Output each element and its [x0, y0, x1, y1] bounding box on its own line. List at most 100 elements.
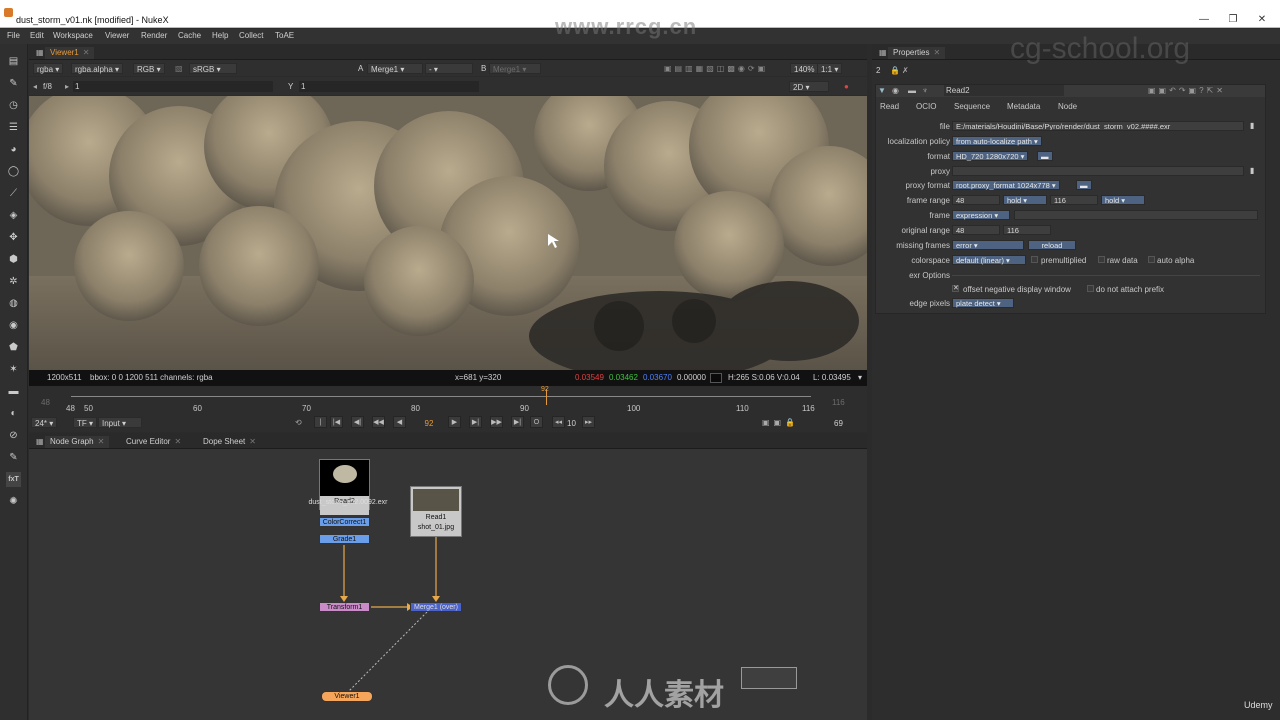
tab-dope-sheet[interactable]: Dope Sheet ✕: [198, 436, 261, 448]
gain-slider[interactable]: 1: [73, 81, 273, 92]
menu-render[interactable]: Render: [141, 31, 167, 40]
original-range-end[interactable]: 116: [1003, 225, 1051, 235]
close-icon[interactable]: ✕: [83, 48, 90, 57]
fps-dropdown[interactable]: 24* ▾: [31, 417, 58, 428]
fstop-value[interactable]: f/8: [43, 81, 52, 92]
channel-icon[interactable]: ☰: [6, 120, 21, 135]
viewer-tool-icons[interactable]: ▣▤▥▦▧◫▩◉⟳▣: [664, 63, 768, 74]
timeline[interactable]: 48 116 92 48 50 60 70 80 90 100 110 116: [29, 386, 867, 416]
rgb-dropdown[interactable]: RGB ▾: [133, 63, 165, 74]
frame-range-end[interactable]: 116: [1050, 195, 1098, 205]
next-frame-button[interactable]: ▶|: [469, 416, 482, 428]
proxy-format-menu-button[interactable]: ▬: [1076, 180, 1092, 190]
frame-expression-input[interactable]: [1014, 210, 1258, 220]
viewer1-node[interactable]: Viewer1: [321, 691, 373, 702]
range-dropdown[interactable]: Input ▾: [98, 417, 142, 428]
menu-cache[interactable]: Cache: [178, 31, 201, 40]
composite-dropdown[interactable]: - ▾: [425, 63, 473, 74]
proxy-input[interactable]: [952, 166, 1244, 176]
tab-ocio[interactable]: OCIO: [916, 102, 936, 111]
frame-range-start[interactable]: 48: [952, 195, 1000, 205]
flipbook-icons[interactable]: ▣▣🔒: [762, 417, 799, 428]
color-icon[interactable]: ◕: [6, 142, 21, 157]
image-icon[interactable]: ▤: [6, 54, 21, 69]
proxy-format-dropdown[interactable]: root.proxy_format 1024x778 ▾: [952, 180, 1060, 190]
tab-node-graph[interactable]: Node Graph ✕: [45, 436, 110, 448]
original-range-start[interactable]: 48: [952, 225, 1000, 235]
prev-key-button[interactable]: ◀|: [351, 416, 364, 428]
play-forward-button[interactable]: ▶: [448, 416, 461, 428]
auto-alpha-checkbox[interactable]: [1148, 256, 1155, 263]
prev-inc-button[interactable]: ◀◀: [372, 416, 385, 428]
raw-data-checkbox[interactable]: [1098, 256, 1105, 263]
file-input[interactable]: E:/materials/Houdini/Base/Pyro/render/du…: [952, 121, 1244, 131]
collapse-icon[interactable]: ▼: [878, 85, 886, 96]
nuke-icon[interactable]: ✎: [6, 450, 21, 465]
menu-edit[interactable]: Edit: [30, 31, 44, 40]
info-menu-icon[interactable]: ▾: [858, 373, 862, 382]
colorcorrect1-node[interactable]: ColorCorrect1: [319, 517, 370, 527]
colorspace-dropdown[interactable]: sRGB ▾: [189, 63, 237, 74]
format-dropdown[interactable]: HD_720 1280x720 ▾: [952, 151, 1029, 161]
colorspace-dropdown[interactable]: default (linear) ▾: [952, 255, 1026, 265]
help-icon[interactable]: ♆: [922, 85, 928, 96]
deep-icon[interactable]: ◍: [6, 296, 21, 311]
clear-icon[interactable]: ✗: [902, 65, 909, 76]
fstop-icon[interactable]: ◂: [33, 81, 37, 92]
lock-icon[interactable]: 🔒: [890, 65, 900, 76]
step-field[interactable]: 10: [567, 418, 576, 429]
close-icon[interactable]: ✕: [933, 48, 940, 57]
after-hold-dropdown[interactable]: hold ▾: [1101, 195, 1145, 205]
filter-icon[interactable]: ◯: [6, 164, 21, 179]
menu-help[interactable]: Help: [212, 31, 228, 40]
close-icon[interactable]: ✕: [249, 437, 256, 446]
node-name-field[interactable]: Read2: [944, 85, 1064, 96]
navigator-minimap[interactable]: [741, 667, 797, 689]
ofx-icon[interactable]: ⊘: [6, 428, 21, 443]
gamma-slider[interactable]: 1: [299, 81, 479, 92]
lut-icon[interactable]: ▧: [175, 63, 183, 74]
other-icon[interactable]: ▬: [6, 384, 21, 399]
tab-read[interactable]: Read: [880, 102, 899, 111]
node-color-icon[interactable]: ◉: [892, 85, 899, 96]
grade1-node[interactable]: Grade1: [319, 534, 370, 544]
max-panels-field[interactable]: 2: [876, 65, 880, 76]
reload-button[interactable]: reload: [1028, 240, 1076, 250]
frame-arrow-icon[interactable]: ▸: [65, 81, 69, 92]
view-mode-dropdown[interactable]: 2D ▾: [789, 81, 829, 92]
particles-icon[interactable]: ✲: [6, 274, 21, 289]
read1-node[interactable]: Read1 shot_01.jpg: [410, 486, 462, 537]
transform-icon[interactable]: ✥: [6, 230, 21, 245]
fxt-icon[interactable]: fxT: [6, 472, 21, 487]
proxy-browse-icon[interactable]: ▮: [1250, 166, 1254, 175]
edge-pixels-dropdown[interactable]: plate detect ▾: [952, 298, 1014, 308]
first-frame-button[interactable]: |◀: [330, 416, 343, 428]
channels-dropdown[interactable]: rgba ▾: [33, 63, 64, 74]
metadata-icon[interactable]: ⬟: [6, 340, 21, 355]
menu-toae[interactable]: ToAE: [275, 31, 294, 40]
node-graph-canvas[interactable]: Read2 dust_storm_v02.0092.exr ColorCorre…: [29, 449, 867, 720]
close-icon[interactable]: ✕: [98, 437, 105, 446]
viewer-icon[interactable]: ▬: [908, 85, 916, 96]
missing-frames-dropdown[interactable]: error ▾: [952, 240, 1024, 250]
pause-icon[interactable]: ●: [844, 81, 849, 92]
ratio-dropdown[interactable]: 1:1 ▾: [817, 63, 843, 74]
b-input-dropdown[interactable]: Merge1 ▾: [489, 63, 541, 74]
in-point-button[interactable]: |: [314, 416, 327, 428]
step-forward-button[interactable]: ▸▸: [582, 416, 595, 428]
views-icon[interactable]: ◉: [6, 318, 21, 333]
frame-mode-dropdown[interactable]: expression ▾: [952, 210, 1010, 220]
tab-curve-editor[interactable]: Curve Editor ✕: [121, 436, 186, 448]
plugin-icon[interactable]: ✺: [6, 494, 21, 509]
offset-negative-checkbox[interactable]: ✕: [952, 285, 959, 292]
current-frame-field[interactable]: 92: [417, 418, 441, 429]
keyer-icon[interactable]: ⟋: [6, 186, 21, 201]
before-hold-dropdown[interactable]: hold ▾: [1003, 195, 1047, 205]
3d-icon[interactable]: ⬢: [6, 252, 21, 267]
viewer-image[interactable]: [29, 96, 867, 370]
close-button[interactable]: ✕: [1252, 14, 1272, 25]
next-inc-button[interactable]: ▶▶: [490, 416, 503, 428]
a-input-dropdown[interactable]: Merge1 ▾: [367, 63, 423, 74]
no-attach-prefix-checkbox[interactable]: [1087, 285, 1094, 292]
format-menu-button[interactable]: ▬: [1037, 151, 1053, 161]
